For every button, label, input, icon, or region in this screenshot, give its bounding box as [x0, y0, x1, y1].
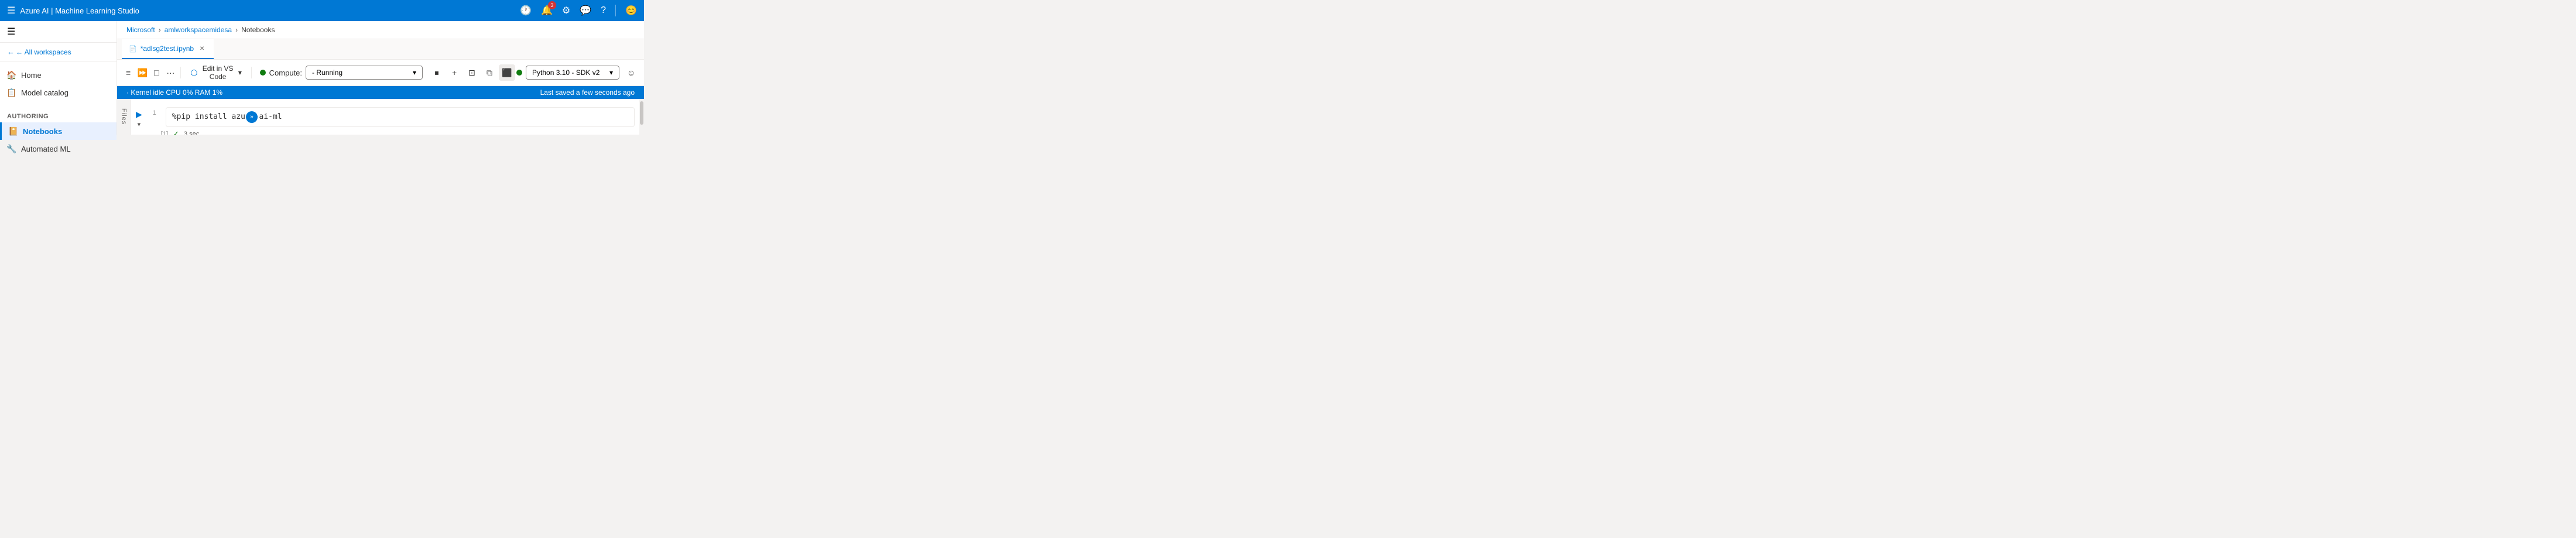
sidebar-model-catalog-label: Model catalog [21, 88, 68, 97]
header-left: ☰ Azure AI | Machine Learning Studio [7, 5, 139, 16]
output-check-icon: ✓ [173, 129, 179, 135]
kernel-dropdown[interactable]: Python 3.10 - SDK v2 ▾ [526, 66, 619, 80]
add-cell-button[interactable]: + [446, 64, 463, 81]
cell-code: %pip install azure-ai-ml [172, 112, 282, 121]
scrollbar-track[interactable] [639, 99, 644, 135]
automated-ml-icon: 🔧 [7, 144, 16, 153]
cell-content-area: 1 %pip install azure-ai-ml [1] ✓ 3 sec R… [147, 107, 635, 135]
sidebar-automated-ml-label: Automated ML [21, 145, 71, 153]
cell-controls: ▶ ▾ [136, 107, 142, 128]
sidebar-item-automated-ml[interactable]: 🔧 Automated ML [0, 140, 117, 157]
compute-dropdown[interactable]: - Running ▾ [306, 66, 423, 80]
tab-file-icon: 📄 [129, 45, 137, 53]
sidebar-authoring-section: Authoring 📔 Notebooks 🔧 Automated ML [0, 106, 117, 162]
notification-badge: 3 [548, 1, 556, 9]
all-workspaces-label: ← All workspaces [16, 48, 71, 56]
settings-icon[interactable]: ⚙ [562, 5, 570, 16]
kernel-idle-status: · Kernel idle CPU 0% RAM 1% [126, 88, 222, 97]
user-icon[interactable]: 😊 [625, 5, 637, 16]
content-area: Microsoft › amlworkspacemidesa › Noteboo… [117, 21, 644, 135]
breadcrumb-notebooks[interactable]: Notebooks [241, 26, 275, 34]
compute-chevron-icon: ▾ [413, 68, 416, 77]
toc-button[interactable]: ≡ [122, 64, 135, 81]
run-cell-button[interactable]: ▶ [136, 109, 142, 119]
run-all-button[interactable]: ⏩ [136, 64, 149, 81]
breadcrumb: Microsoft › amlworkspacemidesa › Noteboo… [117, 21, 644, 39]
clear-output-button[interactable]: □ [150, 64, 163, 81]
notebook-area: » Files ▶ ▾ 1 %pip in [117, 99, 644, 135]
tab-notebook[interactable]: 📄 *adlsg2test.ipynb ✕ [122, 39, 214, 59]
header-bar: ☰ Azure AI | Machine Learning Studio 🕐 🔔… [0, 0, 644, 21]
copy-button[interactable]: ⧉ [481, 64, 498, 81]
status-bar: · Kernel idle CPU 0% RAM 1% Last saved a… [117, 86, 644, 99]
files-label: Files [121, 108, 128, 125]
breadcrumb-microsoft[interactable]: Microsoft [126, 26, 155, 34]
cell-code-row: 1 %pip install azure-ai-ml [147, 107, 635, 127]
back-nav[interactable]: ← ← All workspaces [0, 43, 117, 61]
sidebar-notebooks-label: Notebooks [23, 127, 62, 136]
toolbar-sep-1 [180, 67, 181, 78]
more-actions-button[interactable]: ··· [164, 64, 177, 81]
save-status: Last saved a few seconds ago [540, 88, 635, 97]
kernel-status-dot [516, 70, 522, 76]
cell-expand-icon[interactable]: ▾ [138, 121, 141, 128]
toolbar-right-buttons: ⏹ + ⊡ ⧉ ⬛ [429, 64, 515, 81]
sidebar: ☰ ← ← All workspaces 🏠 Home 📋 Model cata… [0, 21, 117, 135]
vs-code-icon: ⬡ [190, 68, 197, 78]
toolbar-sep-2 [251, 67, 252, 78]
compute-section: Compute: - Running ▾ [260, 66, 423, 80]
sidebar-top: ☰ [0, 21, 117, 43]
scrollbar-thumb[interactable] [640, 101, 643, 125]
app-title: Azure AI | Machine Learning Studio [20, 6, 139, 15]
tabs-bar: 📄 *adlsg2test.ipynb ✕ [117, 39, 644, 60]
cell-execution-count: [1] [161, 131, 168, 135]
breadcrumb-sep-1: › [159, 26, 161, 34]
compute-status-dot [260, 70, 266, 76]
expand-view-button[interactable]: ⊡ [464, 64, 480, 81]
notifications-icon[interactable]: 🔔 3 [541, 5, 553, 16]
breadcrumb-workspace[interactable]: amlworkspacemidesa [165, 26, 232, 34]
code-cell-1: ▶ ▾ 1 %pip install azure-ai-ml [1] ✓ [131, 105, 639, 135]
cell-output-time: 3 sec [184, 131, 199, 135]
files-panel-strip[interactable]: Files [117, 99, 131, 135]
kernel-value: Python 3.10 - SDK v2 [532, 68, 600, 77]
sidebar-section-main: 🏠 Home 📋 Model catalog [0, 61, 117, 106]
compute-label: Compute: [269, 68, 302, 77]
sidebar-item-notebooks[interactable]: 📔 Notebooks [0, 122, 117, 140]
edit-vs-label: Edit in VS Code [200, 64, 235, 81]
header-divider [615, 5, 616, 16]
main-layout: ☰ ← ← All workspaces 🏠 Home 📋 Model cata… [0, 21, 644, 135]
history-icon[interactable]: 🕐 [520, 5, 532, 16]
feedback-icon[interactable]: 💬 [580, 5, 591, 16]
hamburger-icon[interactable]: ☰ [7, 5, 15, 16]
kernel-section: Python 3.10 - SDK v2 ▾ ☺ [516, 64, 639, 81]
cell-container: ▶ ▾ 1 %pip install azure-ai-ml [1] ✓ [131, 99, 639, 135]
stop-button[interactable]: ⏹ [429, 64, 445, 81]
edit-vs-code-button[interactable]: ⬡ Edit in VS Code ▾ [184, 62, 248, 83]
sidebar-home-label: Home [21, 71, 42, 80]
notebooks-icon: 📔 [9, 126, 18, 136]
breadcrumb-sep-2: › [235, 26, 238, 34]
sidebar-item-home[interactable]: 🏠 Home [0, 66, 117, 84]
tab-label: *adlsg2test.ipynb [141, 44, 194, 53]
edit-vs-chevron-icon: ▾ [238, 68, 242, 77]
compute-value: - Running [312, 68, 342, 77]
header-right: 🕐 🔔 3 ⚙ 💬 ? 😊 [520, 5, 637, 16]
cell-code-content[interactable]: %pip install azure-ai-ml [166, 107, 635, 127]
home-icon: 🏠 [7, 70, 16, 80]
terminal-active-button[interactable]: ⬛ [499, 64, 515, 81]
kernel-options-button[interactable]: ☺ [623, 64, 639, 81]
help-icon[interactable]: ? [601, 5, 606, 16]
kernel-chevron-icon: ▾ [609, 68, 613, 77]
sidebar-item-model-catalog[interactable]: 📋 Model catalog [0, 84, 117, 101]
expand-sidebar-button[interactable]: » [246, 111, 258, 123]
toolbar: ≡ ⏩ □ ··· ⬡ Edit in VS Code ▾ Compute: -… [117, 60, 644, 86]
model-catalog-icon: 📋 [7, 88, 16, 97]
authoring-label: Authoring [0, 111, 117, 122]
cell-output-row: [1] ✓ 3 sec [147, 127, 635, 135]
cell-line-number: 1 [147, 107, 156, 116]
back-arrow-icon: ← [7, 47, 15, 56]
tab-close-button[interactable]: ✕ [197, 44, 207, 53]
menu-icon[interactable]: ☰ [7, 26, 15, 37]
